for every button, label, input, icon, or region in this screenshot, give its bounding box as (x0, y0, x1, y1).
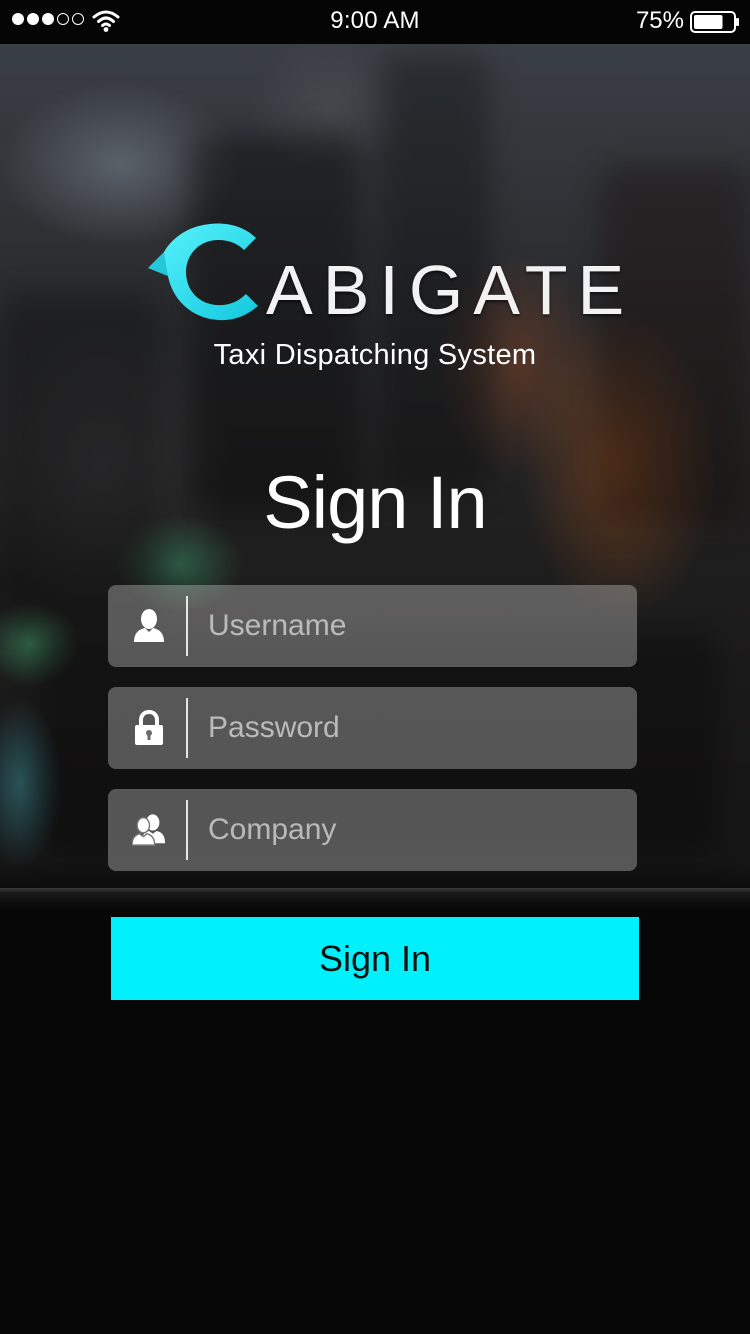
logo-wordmark: ABIGATE (266, 251, 635, 329)
login-screen: 9:00 AM 75% ABIGATE Taxi Dispatching Sys… (0, 0, 750, 1334)
users-icon (132, 814, 166, 846)
username-field[interactable] (108, 585, 637, 667)
field-separator (186, 800, 188, 860)
app-logo: ABIGATE (148, 222, 624, 332)
battery-icon (690, 11, 739, 33)
company-field[interactable] (108, 789, 637, 871)
divider (0, 888, 750, 908)
field-separator (186, 698, 188, 758)
sign-in-button[interactable]: Sign In (111, 917, 639, 1000)
field-separator (186, 596, 188, 656)
status-bar: 9:00 AM 75% (0, 0, 750, 44)
user-icon (134, 609, 164, 642)
page-title: Sign In (263, 461, 487, 544)
battery-percentage: 75% (635, 7, 684, 34)
password-input[interactable] (208, 687, 618, 769)
tagline: Taxi Dispatching System (213, 339, 537, 371)
logo-mark-icon (148, 223, 258, 321)
lock-icon (135, 710, 163, 745)
username-input[interactable] (208, 585, 618, 667)
company-input[interactable] (208, 789, 618, 871)
password-field[interactable] (108, 687, 637, 769)
